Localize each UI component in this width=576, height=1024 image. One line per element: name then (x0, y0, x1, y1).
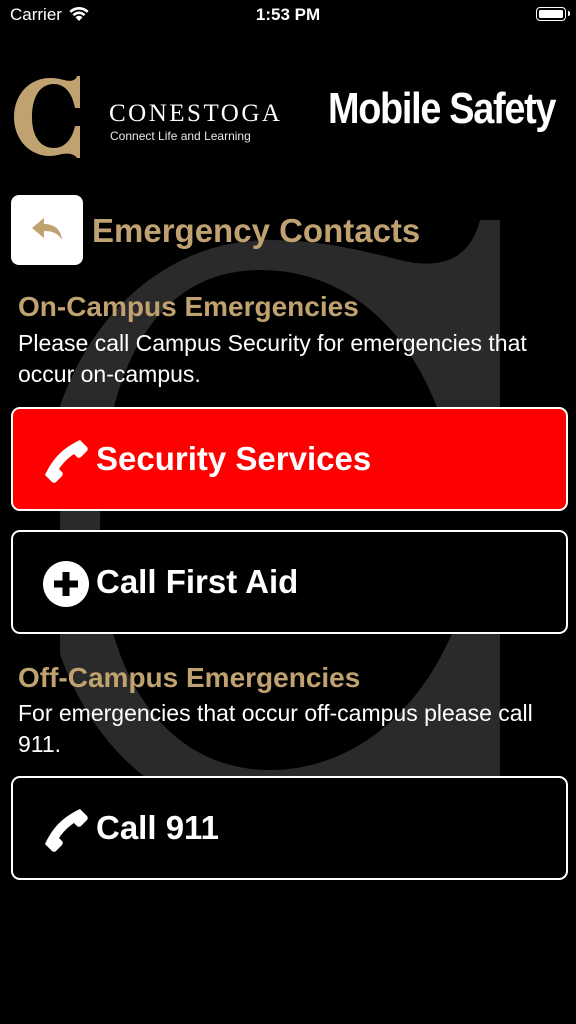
call-911-button[interactable]: Call 911 (11, 776, 568, 880)
phone-icon (43, 807, 89, 853)
security-services-button[interactable]: Security Services (11, 407, 568, 511)
logo-tagline: Connect Life and Learning (110, 129, 251, 143)
conestoga-c-logo-icon (14, 76, 80, 158)
call-first-aid-button[interactable]: Call First Aid (11, 530, 568, 634)
status-time: 1:53 PM (255, 5, 321, 24)
status-bar: Carrier 1:53 PM (0, 0, 576, 32)
logo-name: CONESTOGA (109, 100, 283, 127)
security-services-label: Security Services (96, 440, 372, 477)
back-arrow-icon (32, 218, 62, 240)
phone-icon (43, 438, 89, 484)
call-911-label: Call 911 (96, 809, 219, 846)
battery-icon (536, 7, 570, 21)
plus-circle-icon (43, 561, 89, 607)
back-button[interactable] (11, 195, 83, 265)
on-campus-heading: On-Campus Emergencies (18, 291, 359, 322)
call-first-aid-label: Call First Aid (96, 563, 299, 600)
on-campus-description: Please call Campus Security for emergenc… (18, 330, 527, 387)
off-campus-description: For emergencies that occur off-campus pl… (18, 700, 533, 757)
app-title: Mobile Safety (328, 84, 556, 133)
page-title: Emergency Contacts (92, 212, 421, 249)
off-campus-heading: Off-Campus Emergencies (18, 662, 361, 693)
app-header: CONESTOGA Connect Life and Learning Mobi… (0, 70, 576, 160)
